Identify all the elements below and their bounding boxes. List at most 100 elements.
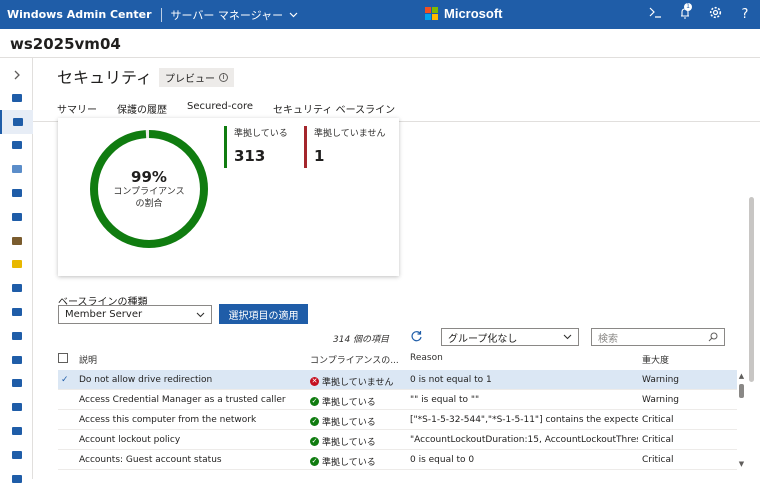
table-scrollbar-thumb[interactable] [739, 384, 744, 398]
nav-item-expand[interactable] [0, 62, 33, 86]
bell-icon[interactable]: 1 [670, 2, 700, 23]
row-compliance: ✓ 準拠している [310, 395, 405, 408]
apply-selection-button[interactable]: 選択項目の適用 [219, 304, 308, 324]
certificates-icon [11, 141, 22, 150]
check-circle-icon: ✓ [310, 437, 319, 446]
powershell-icon [11, 379, 22, 388]
check-circle-icon: ✓ [310, 417, 319, 426]
nav-item-overview[interactable] [0, 86, 33, 110]
search-icon [708, 332, 718, 342]
registry-icon [11, 427, 22, 435]
expand-icon [13, 65, 21, 84]
app-menu-label: サーバー マネージャー [170, 8, 284, 22]
files-icon [11, 260, 22, 269]
preview-badge[interactable]: プレビュー i [159, 68, 234, 87]
performance-icon [11, 212, 22, 221]
app-menu[interactable]: サーバー マネージャー [171, 7, 299, 23]
remote-desktop-icon [11, 450, 22, 459]
row-severity: Warning [642, 395, 680, 405]
security-shield-icon [12, 117, 23, 126]
table-scrollbar[interactable]: ▲ ▼ [737, 372, 746, 472]
scroll-up-icon[interactable]: ▲ [737, 372, 746, 380]
check-circle-icon: ✓ [310, 397, 319, 406]
notification-badge: 1 [684, 2, 692, 11]
server-name: ws2025vm04 [10, 35, 121, 53]
noncompliant-count: 1 [314, 147, 325, 165]
nav-item-certificates[interactable] [0, 133, 33, 157]
row-severity: Critical [642, 455, 674, 465]
processes-icon [11, 403, 22, 412]
page-scrollbar[interactable] [747, 122, 756, 477]
baseline-type-select[interactable]: Member Server [58, 305, 212, 324]
column-reason[interactable]: Reason [410, 353, 443, 363]
compliance-ring-label: コンプライアンスの割合 [113, 187, 185, 209]
row-description: Do not allow drive redirection [79, 375, 213, 385]
column-severity[interactable]: 重大度 [642, 353, 669, 366]
extensions-icon [11, 236, 22, 245]
brand-title[interactable]: Windows Admin Center [0, 8, 152, 21]
row-description: Account lockout policy [79, 435, 181, 445]
nav-item-security-shield[interactable] [0, 109, 33, 134]
column-compliance[interactable]: コンプライアンスの... [310, 353, 399, 366]
compliant-stat: 準拠している 313 [224, 126, 288, 168]
noncompliant-label: 準拠していません [314, 129, 386, 139]
chevron-down-icon [196, 312, 205, 317]
row-description: Access Credential Manager as a trusted c… [79, 395, 286, 405]
select-all-checkbox[interactable] [58, 353, 68, 363]
terminal-icon[interactable] [640, 7, 670, 22]
search-input[interactable]: 検索 [591, 328, 725, 346]
nav-item-files[interactable] [0, 252, 33, 276]
header-divider [0, 57, 760, 58]
nav-item-local-users[interactable] [0, 300, 33, 324]
row-description: Access this computer from the network [79, 415, 257, 425]
compliant-count: 313 [234, 147, 266, 165]
row-severity: Critical [642, 415, 674, 425]
row-reason: 0 is equal to 0 [410, 455, 475, 465]
row-compliance-label: 準拠していません [322, 378, 394, 388]
nav-item-powershell[interactable] [0, 371, 33, 395]
table-row[interactable]: Access Credential Manager as a trusted c… [58, 390, 737, 410]
table-row[interactable]: Accounts: Guest account status ✓ 準拠している 0 i… [58, 450, 737, 470]
nav-item-performance[interactable] [0, 205, 33, 229]
column-description[interactable]: 説明 [79, 353, 97, 366]
group-by-value: グループ化なし [448, 333, 518, 345]
packet-icon [11, 355, 22, 364]
top-bar: Windows Admin Center サーバー マネージャー Microso… [0, 0, 760, 29]
error-circle-icon: ✕ [310, 377, 319, 386]
table-row[interactable]: Account lockout policy ✓ 準拠している "AccountLoc… [58, 430, 737, 450]
help-icon[interactable]: ? [730, 7, 760, 22]
item-count: 314 個の項目 [333, 335, 390, 345]
row-description: Accounts: Guest account status [79, 455, 222, 465]
events-icon [11, 189, 22, 197]
nav-item-registry[interactable] [0, 419, 33, 443]
compliance-percent: 99% [131, 168, 167, 186]
microsoft-label: Microsoft [444, 6, 503, 21]
chevron-down-icon [289, 12, 298, 17]
scroll-down-icon[interactable]: ▼ [737, 460, 746, 468]
nav-item-processes[interactable] [0, 395, 33, 419]
nav-item-extensions[interactable] [0, 229, 33, 253]
gear-icon[interactable] [700, 6, 730, 23]
noncompliant-stat: 準拠していません 1 [304, 126, 385, 168]
row-compliance-label: 準拠している [322, 398, 376, 408]
microsoft-logo-icon [425, 7, 438, 20]
nav-item-remote-desktop[interactable] [0, 443, 33, 467]
firewall-icon [11, 284, 22, 293]
nav-item-packet[interactable] [0, 348, 33, 372]
nav-item-firewall[interactable] [0, 276, 33, 300]
row-reason: "AccountLockoutDuration:15, AccountLocko… [410, 435, 638, 445]
refresh-icon[interactable] [410, 330, 423, 346]
row-reason: ["*S-1-5-32-544","*S-1-5-11"] contains t… [410, 415, 638, 425]
checkmark-icon[interactable]: ✓ [61, 375, 69, 385]
nav-item-events[interactable] [0, 181, 33, 205]
group-by-select[interactable]: グループ化なし [441, 328, 579, 346]
row-severity: Critical [642, 435, 674, 445]
nav-item-devices[interactable] [0, 157, 33, 181]
row-compliance: ✕ 準拠していません [310, 375, 405, 388]
page-scrollbar-thumb[interactable] [749, 197, 754, 382]
table-row[interactable]: ✓ Do not allow drive redirection ✕ 準拠していません… [58, 370, 737, 390]
compliant-label: 準拠している [234, 129, 288, 139]
table-row[interactable]: Access this computer from the network ✓ 準拠… [58, 410, 737, 430]
page-title: セキュリティ [57, 68, 153, 87]
nav-item-network[interactable] [0, 324, 33, 348]
